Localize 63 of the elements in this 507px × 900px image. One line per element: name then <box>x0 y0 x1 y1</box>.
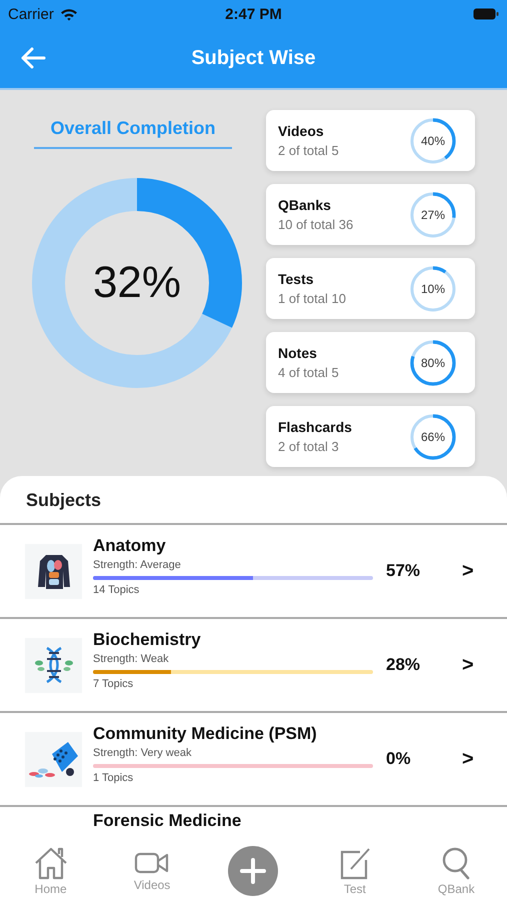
category-name: Videos <box>278 123 325 139</box>
topics-count: 14 Topics <box>93 584 140 596</box>
progress-percent: 40% <box>420 134 446 148</box>
subject-name: Anatomy <box>93 536 167 556</box>
subject-row[interactable]: Biochemistry Strength: Weak 7 Topics 28% > <box>0 619 507 713</box>
progress-ring <box>409 190 457 238</box>
completion-percent: 32% <box>92 258 182 308</box>
tab-label: QBank <box>438 882 475 896</box>
add-button[interactable] <box>228 846 278 896</box>
category-card[interactable]: Flashcards 2 of total 3 66% <box>266 406 475 467</box>
category-card[interactable]: Tests 1 of total 10 10% <box>266 258 475 319</box>
progress-percent: 66% <box>420 430 446 444</box>
dna-icon <box>34 645 74 685</box>
chevron-icon[interactable]: > <box>462 654 474 676</box>
chevron-icon[interactable]: > <box>462 748 474 770</box>
topics-count: 7 Topics <box>93 678 134 690</box>
tab-label: Home <box>34 882 67 896</box>
tab-label: Test <box>344 882 366 896</box>
status-time: 2:47 PM <box>225 6 282 22</box>
chevron-icon[interactable]: > <box>462 560 474 582</box>
category-detail: 1 of total 10 <box>278 291 347 306</box>
progress-percent: 10% <box>420 282 446 296</box>
back-arrow-icon[interactable] <box>20 47 46 69</box>
progress-percent: 27% <box>420 208 446 222</box>
category-detail: 10 of total 36 <box>278 217 354 232</box>
progress-ring <box>409 116 457 164</box>
strength-label: Strength: Average <box>93 559 182 571</box>
subject-percent: 57% <box>386 561 422 581</box>
subject-name: Community Medicine (PSM) <box>93 724 318 744</box>
carrier-label: Carrier <box>8 6 54 22</box>
search-icon <box>441 846 472 880</box>
tab-label: Videos <box>134 878 170 892</box>
progress-ring <box>409 264 457 312</box>
category-card[interactable]: Videos 2 of total 5 40% <box>266 110 475 171</box>
category-name: QBanks <box>278 197 332 213</box>
subject-percent: 0% <box>386 749 412 769</box>
wifi-icon <box>60 8 78 20</box>
subject-row[interactable]: Community Medicine (PSM) Strength: Very weak 1 Topics 0% > <box>0 713 507 807</box>
category-card[interactable]: Notes 4 of total 5 80% <box>266 332 475 393</box>
torso-icon <box>36 552 70 590</box>
subject-row[interactable]: Anatomy Strength: Average 14 Topics 57% > <box>0 525 507 619</box>
progress-ring <box>409 338 457 386</box>
subject-name: Biochemistry <box>93 630 202 650</box>
subject-percent: 28% <box>386 655 422 675</box>
subjects-title: Subjects <box>25 489 102 512</box>
progress-ring <box>409 412 457 460</box>
battery-icon <box>473 8 499 20</box>
category-card[interactable]: QBanks 10 of total 36 27% <box>266 184 475 245</box>
strength-label: Strength: Very weak <box>93 747 192 759</box>
screen-title: Subject Wise <box>191 46 316 70</box>
category-detail: 4 of total 5 <box>278 365 340 380</box>
home-icon <box>32 846 69 880</box>
progress-percent: 80% <box>420 356 446 370</box>
category-name: Tests <box>278 271 315 287</box>
category-name: Flashcards <box>278 419 353 435</box>
topics-count: 1 Topics <box>93 772 134 784</box>
strength-label: Strength: Weak <box>93 653 170 665</box>
overall-completion-title: Overall Completion <box>34 110 232 149</box>
category-name: Notes <box>278 345 318 361</box>
video-camera-icon <box>134 850 170 876</box>
category-detail: 2 of total 5 <box>278 143 340 158</box>
category-detail: 2 of total 3 <box>278 439 340 454</box>
subject-name: Forensic Medicine <box>93 811 242 831</box>
